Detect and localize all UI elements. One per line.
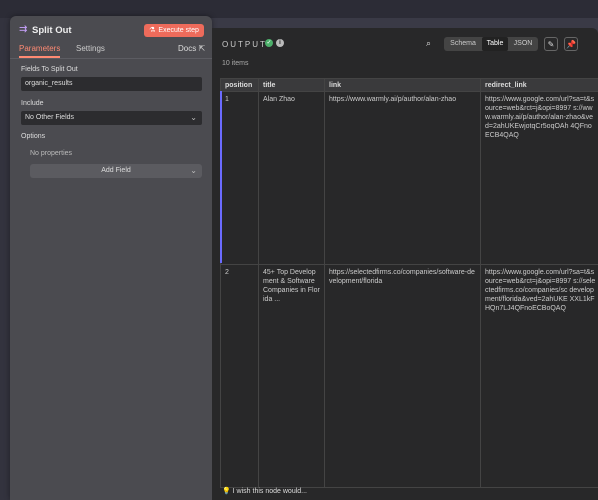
column-header-title[interactable]: title (258, 78, 325, 92)
info-icon[interactable]: i (276, 39, 284, 47)
cell-redirect-link: https://www.google.com/url?sa=t&source=w… (480, 91, 598, 265)
tab-parameters[interactable]: Parameters (19, 44, 61, 58)
cell-link: https://www.warmly.ai/p/author/alan-zhao (324, 91, 481, 265)
column-header-position[interactable]: position (220, 78, 259, 92)
cell-title: Alan Zhao (258, 91, 325, 265)
view-toggle: Schema Table JSON (444, 37, 538, 51)
chevron-down-icon: ⌄ (190, 166, 197, 175)
cell-title: 45+ Top Development & Software Companies… (258, 264, 325, 488)
node-title: Split Out (32, 25, 72, 36)
cell-position: 1 (220, 91, 259, 265)
output-table: position title link redirect_link 1 Alan… (220, 78, 598, 488)
flask-icon: ⚗ (149, 27, 156, 34)
feedback-text: I wish this node would... (232, 488, 307, 495)
no-properties-text: No properties (30, 150, 73, 157)
panel-tabs: Parameters Settings Docs ⇱ (10, 42, 212, 59)
add-field-button[interactable]: Add Field ⌄ (30, 164, 202, 178)
options-label: Options (21, 133, 46, 140)
fields-to-split-out-label: Fields To Split Out (21, 66, 78, 73)
output-title: OUTPUT (222, 40, 267, 49)
column-header-link[interactable]: link (324, 78, 481, 92)
docs-label: Docs (178, 44, 197, 53)
parameters-panel: ⇉ Split Out ⚗ Execute step Parameters Set… (10, 16, 212, 500)
table-header-row: position title link redirect_link (220, 78, 598, 92)
pin-icon[interactable]: 📌 (564, 37, 578, 51)
search-icon[interactable]: ⌕ (426, 38, 431, 49)
lightbulb-icon: 💡 (222, 488, 231, 495)
docs-link[interactable]: Docs ⇱ (178, 44, 205, 53)
execute-step-label: Execute step (158, 27, 199, 34)
cell-redirect-link: https://www.google.com/url?sa=t&source=w… (480, 264, 598, 488)
view-table[interactable]: Table (482, 37, 508, 51)
fields-to-split-out-input[interactable]: organic_results (21, 77, 202, 91)
cell-link: https://selectedfirms.co/companies/softw… (324, 264, 481, 488)
tab-settings[interactable]: Settings (76, 44, 105, 53)
chevron-down-icon: ⌄ (190, 113, 197, 122)
add-field-label: Add Field (101, 167, 131, 174)
edit-pencil-icon[interactable]: ✎ (544, 37, 558, 51)
column-header-redirect-link[interactable]: redirect_link (480, 78, 598, 92)
table-row[interactable]: 2 45+ Top Development & Software Compani… (220, 264, 598, 488)
success-check-icon: ✓ (265, 39, 273, 47)
external-link-icon: ⇱ (198, 44, 206, 53)
cell-position: 2 (220, 264, 259, 488)
table-row[interactable]: 1 Alan Zhao https://www.warmly.ai/p/auth… (220, 91, 598, 265)
view-schema[interactable]: Schema (446, 37, 480, 51)
split-out-icon: ⇉ (19, 24, 28, 35)
row-selection-indicator (220, 91, 222, 263)
items-count: 10 items (222, 60, 249, 67)
output-panel: OUTPUT ✓ i ⌕ Schema Table JSON ✎ 📌 10 it… (212, 28, 598, 500)
include-select-value: No Other Fields (25, 114, 75, 121)
include-select[interactable]: No Other Fields ⌄ (21, 111, 202, 125)
include-label: Include (21, 100, 44, 107)
view-json[interactable]: JSON (510, 37, 536, 51)
execute-step-button[interactable]: ⚗ Execute step (144, 24, 204, 37)
feedback-prompt[interactable]: 💡 I wish this node would... (222, 487, 307, 495)
